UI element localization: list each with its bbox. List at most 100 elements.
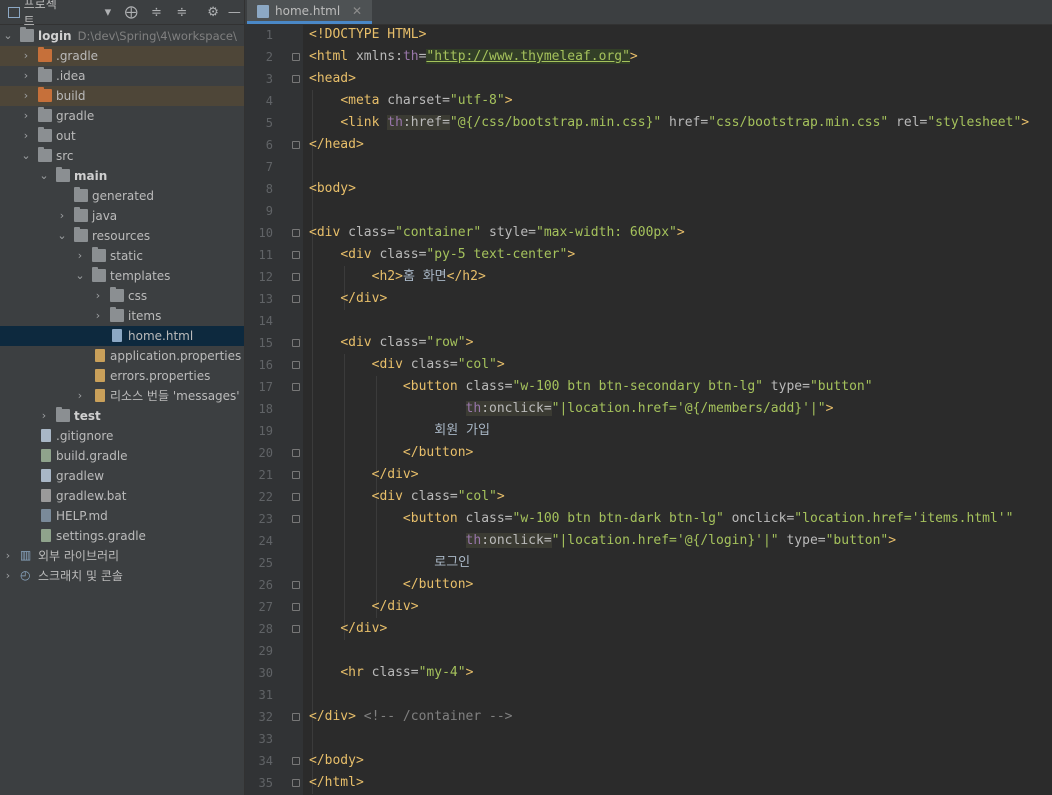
chevron-right-icon[interactable]: ›	[20, 48, 32, 64]
gitignore-file-icon	[41, 429, 51, 442]
chevron-right-icon[interactable]: ›	[2, 568, 14, 584]
chevron-down-icon[interactable]: ⌄	[2, 28, 14, 44]
code-line-16: <div class="col">	[371, 357, 505, 372]
tree-item-out[interactable]: › out	[0, 126, 244, 146]
tree-item-java[interactable]: › java	[0, 206, 244, 226]
tree-item-idea[interactable]: › .idea	[0, 66, 244, 86]
minimize-icon[interactable]: —	[225, 5, 244, 20]
tree-label: HELP.md	[56, 509, 108, 523]
chevron-down-icon[interactable]: ⌄	[74, 268, 86, 284]
line-number: 15	[258, 336, 273, 350]
fold-marker-icon[interactable]	[292, 229, 300, 237]
tree-item-gitignore[interactable]: .gitignore	[0, 426, 244, 446]
tab-label: home.html	[275, 4, 341, 18]
tree-item-main[interactable]: ⌄ main	[0, 166, 244, 186]
tree-label: home.html	[128, 329, 194, 343]
fold-marker-icon[interactable]	[292, 75, 300, 83]
properties-file-icon	[95, 369, 105, 382]
fold-marker-icon[interactable]	[292, 141, 300, 149]
tree-item-help-md[interactable]: HELP.md	[0, 506, 244, 526]
tree-item-settings-gradle[interactable]: settings.gradle	[0, 526, 244, 546]
close-icon[interactable]: ✕	[352, 4, 362, 18]
chevron-right-icon[interactable]: ›	[20, 128, 32, 144]
tab-home-html[interactable]: home.html ✕	[247, 0, 373, 24]
locate-icon[interactable]: ⨁	[122, 5, 141, 20]
code-line-21: </div>	[371, 467, 419, 482]
fold-marker-icon[interactable]	[292, 515, 300, 523]
tree-item-gradlew[interactable]: gradlew	[0, 466, 244, 486]
chevron-down-icon[interactable]: ⌄	[20, 148, 32, 164]
line-number: 21	[258, 468, 273, 482]
tree-item-generated[interactable]: generated	[0, 186, 244, 206]
fold-marker-icon[interactable]	[292, 273, 300, 281]
chevron-right-icon[interactable]: ›	[20, 68, 32, 84]
tree-item-src[interactable]: ⌄ src	[0, 146, 244, 166]
line-number: 19	[258, 424, 273, 438]
fold-marker-icon[interactable]	[292, 603, 300, 611]
folder-icon	[38, 87, 52, 102]
line-number: 30	[258, 666, 273, 680]
folder-icon	[110, 287, 124, 302]
tree-item-gradle[interactable]: › gradle	[0, 106, 244, 126]
chevron-right-icon[interactable]: ›	[20, 88, 32, 104]
fold-marker-icon[interactable]	[292, 757, 300, 765]
folder-icon	[38, 147, 52, 162]
tree-label: gradle	[56, 109, 95, 123]
fold-marker-icon[interactable]	[292, 339, 300, 347]
chevron-right-icon[interactable]: ›	[56, 208, 68, 224]
chevron-right-icon[interactable]: ›	[92, 288, 104, 304]
tree-item-application-properties[interactable]: application.properties	[0, 346, 244, 366]
tree-item-gradle-dir[interactable]: › .gradle	[0, 46, 244, 66]
tree-item-resources[interactable]: ⌄ resources	[0, 226, 244, 246]
fold-marker-icon[interactable]	[292, 471, 300, 479]
chevron-right-icon[interactable]: ›	[38, 408, 50, 424]
fold-marker-icon[interactable]	[292, 383, 300, 391]
tree-item-login[interactable]: ⌄ login D:\dev\Spring\4\workspace\	[0, 26, 244, 46]
tree-item-build-gradle[interactable]: build.gradle	[0, 446, 244, 466]
fold-marker-icon[interactable]	[292, 251, 300, 259]
chevron-right-icon[interactable]: ›	[74, 248, 86, 264]
fold-marker-icon[interactable]	[292, 493, 300, 501]
fold-marker-icon[interactable]	[292, 581, 300, 589]
chevron-down-icon[interactable]: ▾	[98, 5, 117, 20]
tree-item-items[interactable]: › items	[0, 306, 244, 326]
chevron-right-icon[interactable]: ›	[20, 108, 32, 124]
fold-marker-icon[interactable]	[292, 361, 300, 369]
chevron-down-icon[interactable]: ⌄	[56, 228, 68, 244]
fold-marker-icon[interactable]	[292, 713, 300, 721]
chevron-right-icon[interactable]: ›	[74, 388, 86, 404]
project-title[interactable]: 프로젝트	[24, 0, 67, 29]
tree-label: .gitignore	[56, 429, 114, 443]
tree-item-scratches[interactable]: › ◴ 스크래치 및 콘솔	[0, 566, 244, 586]
tree-item-external-libraries[interactable]: › ▥ 외부 라이브러리	[0, 546, 244, 566]
editor-tab-bar: home.html ✕	[245, 0, 1052, 25]
tree-item-resource-bundle[interactable]: › 리소스 번들 'messages'	[0, 386, 244, 406]
fold-marker-icon[interactable]	[292, 625, 300, 633]
tree-item-home-html[interactable]: home.html	[0, 326, 244, 346]
tree-item-gradlew-bat[interactable]: gradlew.bat	[0, 486, 244, 506]
collapse-all-icon[interactable]: ≑	[172, 5, 191, 20]
code-editor[interactable]: <!DOCTYPE HTML> <html xmlns:th="http://w…	[303, 24, 1052, 795]
tree-item-static[interactable]: › static	[0, 246, 244, 266]
tree-item-css[interactable]: › css	[0, 286, 244, 306]
expand-all-icon[interactable]: ≑	[147, 5, 166, 20]
chevron-right-icon[interactable]: ›	[2, 548, 14, 564]
fold-marker-icon[interactable]	[292, 295, 300, 303]
line-number: 26	[258, 578, 273, 592]
chevron-right-icon[interactable]: ›	[92, 308, 104, 324]
fold-marker-icon[interactable]	[292, 779, 300, 787]
chevron-down-icon[interactable]: ⌄	[38, 168, 50, 184]
line-number: 16	[258, 358, 273, 372]
gear-icon[interactable]: ⚙	[203, 5, 222, 20]
tree-item-errors-properties[interactable]: errors.properties	[0, 366, 244, 386]
code-line-5: <link th:href="@{/css/bootstrap.min.css}…	[340, 115, 1030, 130]
tree-item-build[interactable]: › build	[0, 86, 244, 106]
line-number: 17	[258, 380, 273, 394]
code-line-13: </div>	[340, 291, 388, 306]
fold-marker-icon[interactable]	[292, 53, 300, 61]
tree-item-templates[interactable]: ⌄ templates	[0, 266, 244, 286]
fold-marker-icon[interactable]	[292, 449, 300, 457]
tree-item-test[interactable]: › test	[0, 406, 244, 426]
code-line-22: <div class="col">	[371, 489, 505, 504]
folder-icon	[110, 307, 124, 322]
